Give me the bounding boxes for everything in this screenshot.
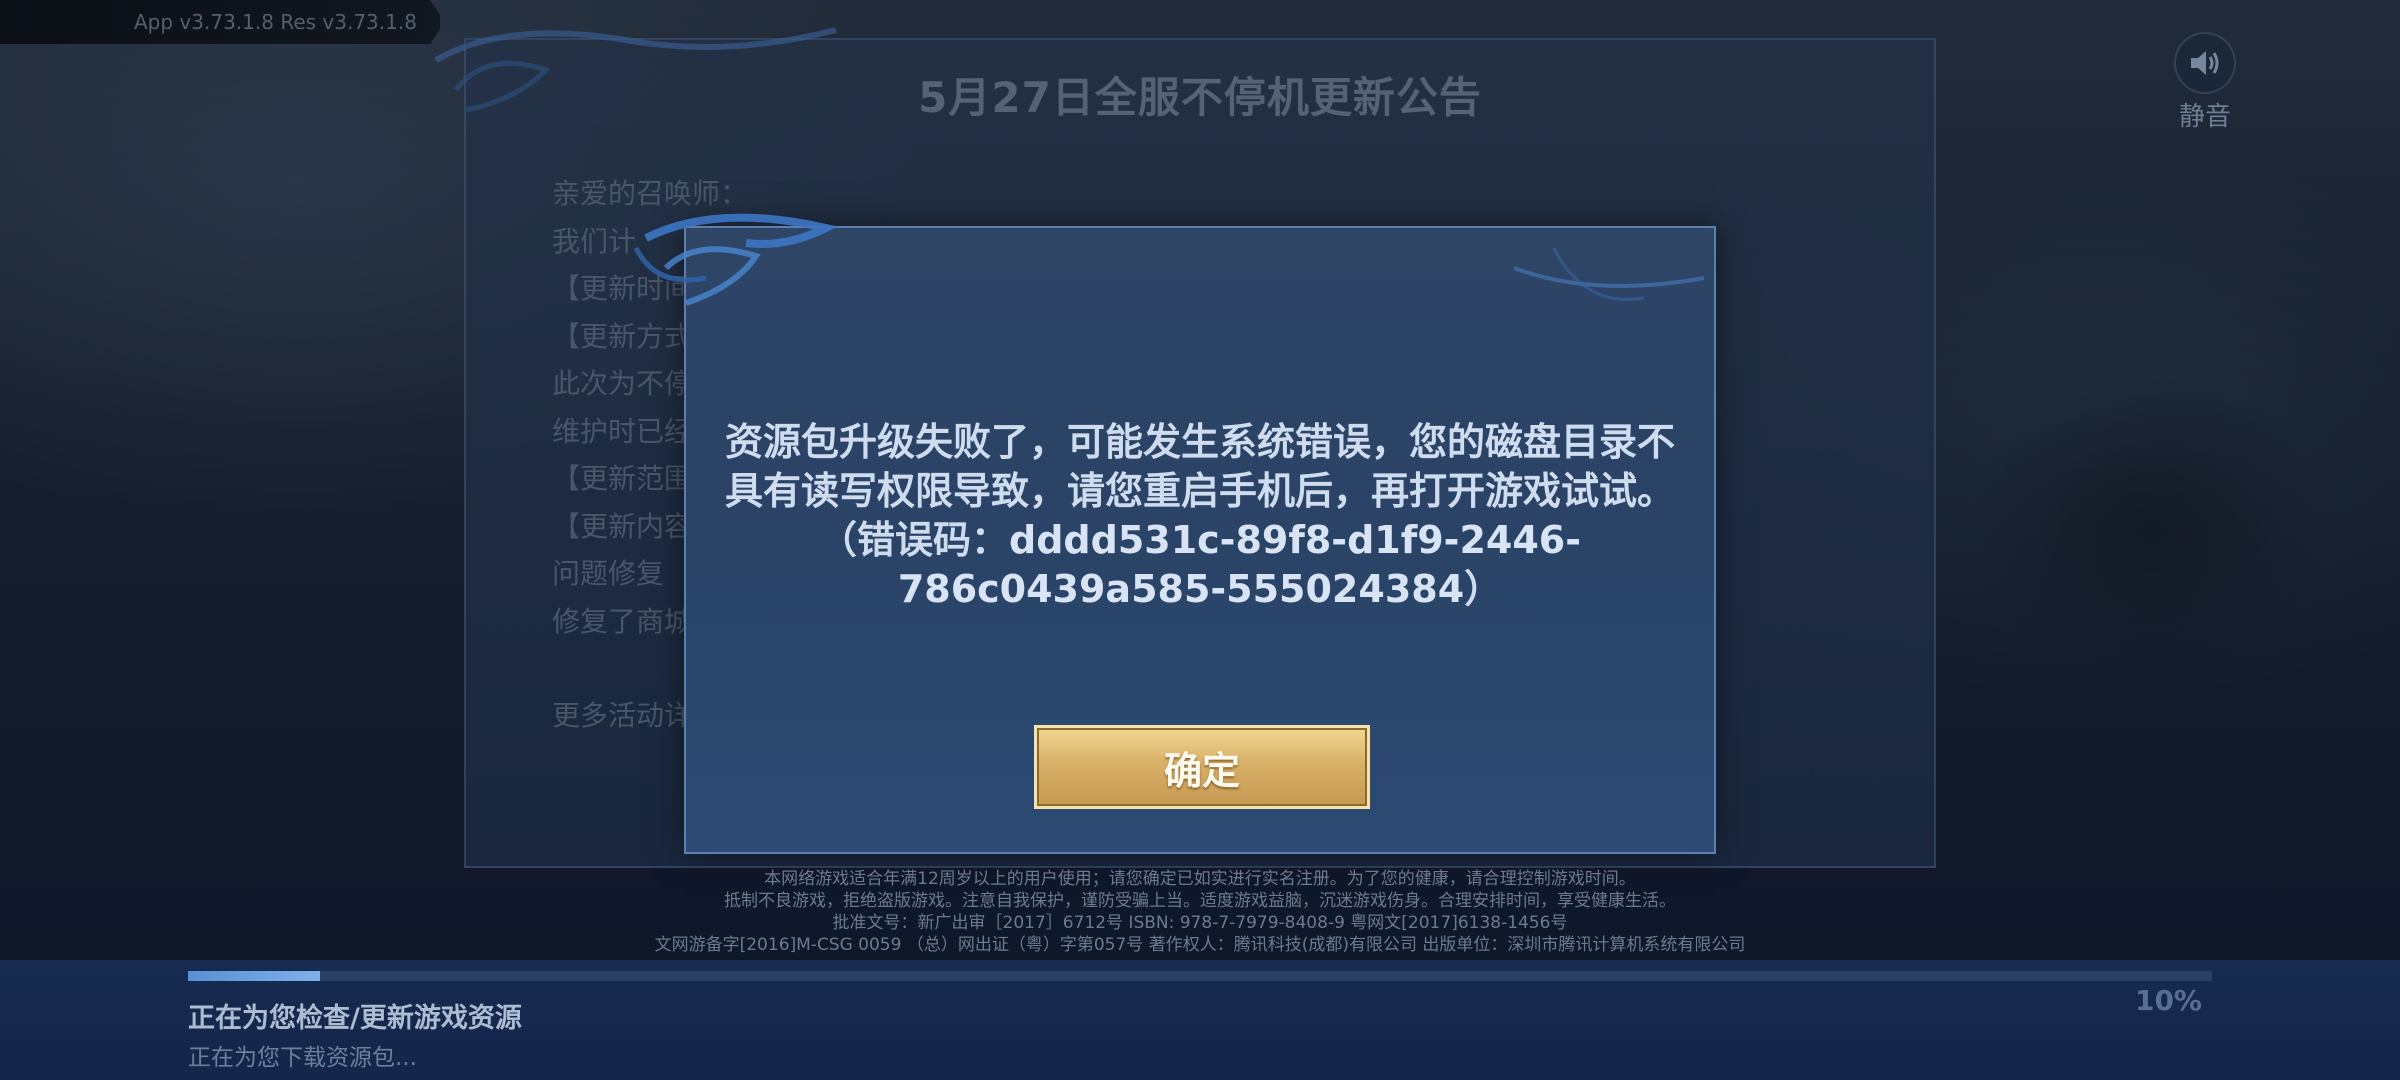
legal-line: 本网络游戏适合年满12周岁以上的用户使用；请您确定已如实进行实名注册。为了您的健… [764, 869, 1636, 889]
confirm-button-label: 确定 [1163, 748, 1240, 793]
decorative-swirl [1514, 247, 1705, 301]
legal-line: 文网游备字[2016]M-CSG 0059 （总）网出证（粤）字第057号 著作… [654, 935, 1746, 955]
decorative-swirl [633, 213, 838, 306]
progress-percent: 10% [2134, 984, 2202, 1017]
legal-notice: 本网络游戏适合年满12周岁以上的用户使用；请您确定已如实进行实名注册。为了您的健… [0, 868, 2400, 956]
error-dialog: 资源包升级失败了，可能发生系统错误，您的磁盘目录不具有读写权限导致，请您重启手机… [633, 213, 1716, 854]
download-progress-bar [188, 971, 2212, 981]
error-message-end: ） [1464, 567, 1503, 611]
download-progress-fill [188, 971, 320, 981]
confirm-button[interactable]: 确定 [1034, 725, 1370, 809]
status-subtitle: 正在为您下载资源包... [188, 1045, 417, 1071]
error-message: 资源包升级失败了，可能发生系统错误，您的磁盘目录不具有读写权限导致，请您重启手机… [722, 418, 1678, 614]
legal-line: 抵制不良游戏，拒绝盗版游戏。注意自我保护，谨防受骗上当。适度游戏益脑，沉迷游戏伤… [724, 891, 1676, 911]
legal-line: 批准文号：新广出审［2017］6712号 ISBN: 978-7-7979-84… [832, 913, 1568, 933]
status-title: 正在为您检查/更新游戏资源 [188, 1003, 522, 1034]
